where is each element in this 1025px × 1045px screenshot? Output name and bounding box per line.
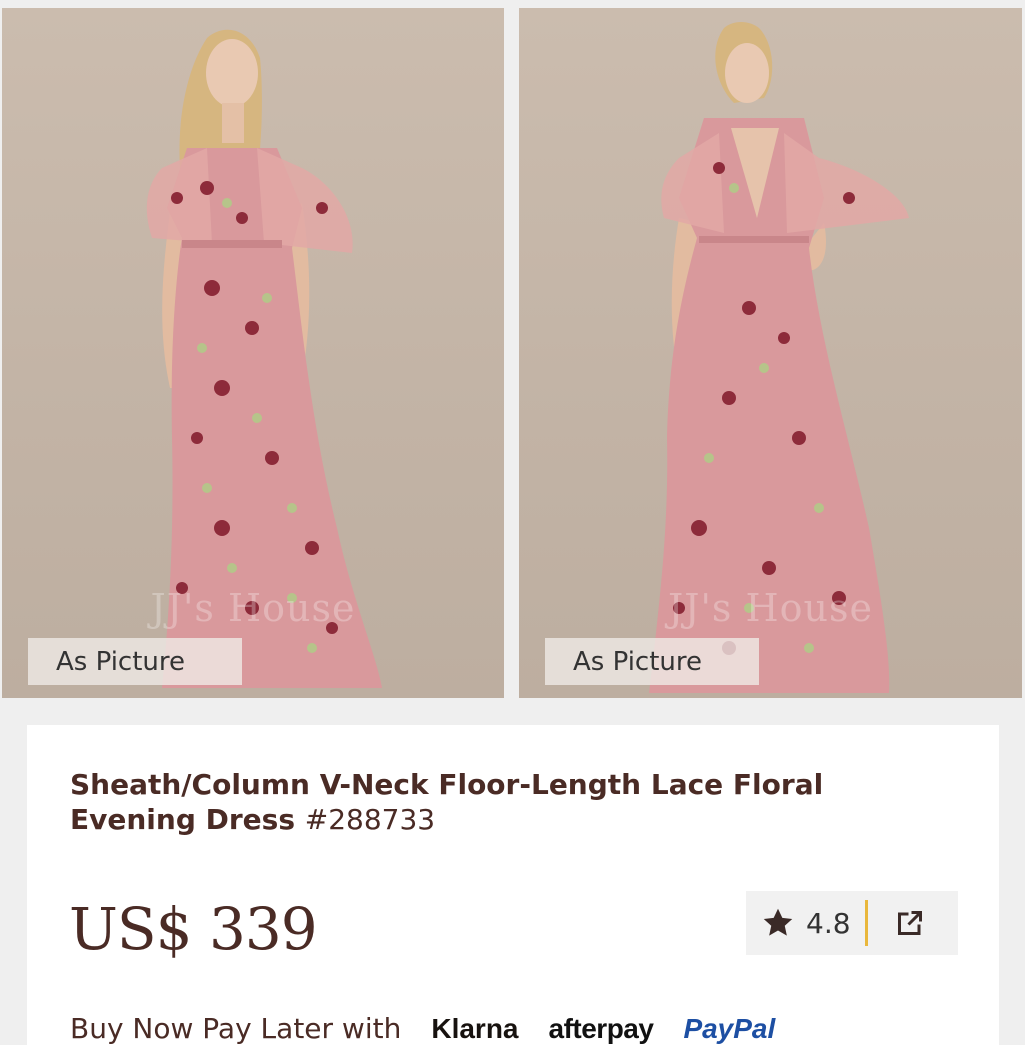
paypal-logo[interactable]: PayPal [683,1013,775,1045]
product-image-front[interactable]: JJ's House As Picture [2,8,504,698]
rating-divider [864,900,868,946]
watermark: JJ's House [668,586,873,630]
klarna-logo[interactable]: Klarna [431,1013,518,1045]
product-info-card: Sheath/Column V-Neck Floor-Length Lace F… [27,725,999,1045]
rating-share-box: 4.8 [746,891,958,955]
buy-now-pay-later: Buy Now Pay Later with Klarna afterpay P… [70,1001,970,1045]
bnpl-text: Buy Now Pay Later with [70,1012,402,1045]
product-gallery: JJ's House As Picture JJ's House As Pict… [0,0,1025,700]
product-sku: #288733 [304,803,436,836]
product-title: Sheath/Column V-Neck Floor-Length Lace F… [70,767,950,837]
afterpay-logo[interactable]: afterpay [549,1013,654,1045]
color-label: As Picture [28,638,242,685]
product-price: US$ 339 [69,895,318,963]
rating-value[interactable]: 4.8 [806,907,851,940]
color-label: As Picture [545,638,759,685]
product-title-text: Sheath/Column V-Neck Floor-Length Lace F… [70,768,824,836]
watermark: JJ's House [150,586,356,630]
product-image-back[interactable]: JJ's House As Picture [519,8,1022,698]
star-icon [763,908,793,936]
share-icon[interactable] [892,905,928,941]
